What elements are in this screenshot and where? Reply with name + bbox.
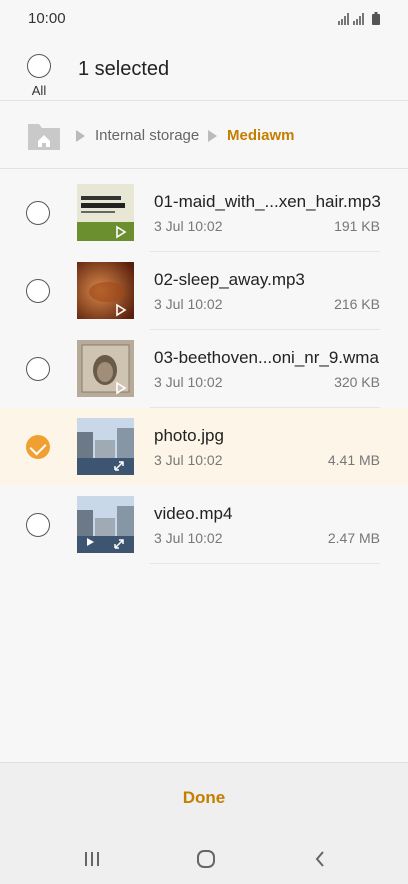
- select-all-circle[interactable]: [27, 54, 51, 78]
- file-row[interactable]: 02-sleep_away.mp3 3 Jul 10:02 216 KB: [0, 252, 408, 330]
- navigation-bar: [0, 834, 408, 884]
- breadcrumb-divider: [0, 168, 408, 169]
- back-icon: [315, 851, 324, 867]
- file-size: 2.47 MB: [327, 530, 380, 546]
- select-all-label: All: [31, 83, 47, 98]
- row-checkbox[interactable]: [26, 513, 50, 537]
- file-size: 191 KB: [334, 218, 380, 234]
- row-checkbox[interactable]: [26, 201, 50, 225]
- breadcrumb-arrow-icon: [208, 130, 217, 142]
- album-thumbnail: [77, 262, 134, 319]
- file-date: 3 Jul 10:02: [154, 296, 223, 312]
- file-size: 320 KB: [334, 374, 380, 390]
- file-row[interactable]: 03-beethoven...oni_nr_9.wma 3 Jul 10:02 …: [0, 330, 408, 408]
- status-bar: 10:00: [0, 0, 408, 38]
- file-name: 03-beethoven...oni_nr_9.wma: [154, 348, 379, 367]
- selected-count-title: 1 selected: [78, 58, 170, 80]
- breadcrumb-internal-storage[interactable]: Internal storage: [95, 127, 199, 144]
- select-all-checkbox[interactable]: All: [22, 54, 56, 98]
- file-row[interactable]: photo.jpg 3 Jul 10:02 4.41 MB: [0, 408, 408, 486]
- home-button[interactable]: [186, 844, 226, 874]
- file-row[interactable]: video.mp4 3 Jul 10:02 2.47 MB: [0, 486, 408, 564]
- file-row[interactable]: 01-maid_with_...xen_hair.mp3 3 Jul 10:02…: [0, 174, 408, 252]
- status-icons: [338, 12, 380, 25]
- recents-button[interactable]: [72, 844, 112, 874]
- row-checkbox[interactable]: [26, 279, 50, 303]
- done-button[interactable]: Done: [0, 763, 408, 833]
- back-button[interactable]: [300, 844, 340, 874]
- file-size: 216 KB: [334, 296, 380, 312]
- battery-icon: [372, 12, 380, 25]
- file-name: video.mp4: [154, 504, 233, 523]
- row-checkbox[interactable]: [26, 357, 50, 381]
- album-thumbnail: [77, 340, 134, 397]
- home-folder-icon[interactable]: [26, 120, 62, 152]
- breadcrumb-arrow-icon: [76, 130, 85, 142]
- file-date: 3 Jul 10:02: [154, 374, 223, 390]
- recents-icon: [85, 852, 99, 866]
- file-date: 3 Jul 10:02: [154, 452, 223, 468]
- breadcrumb-current-folder[interactable]: Mediawm: [227, 127, 295, 144]
- signal-icon: [338, 13, 364, 25]
- album-thumbnail: [77, 184, 134, 241]
- home-icon: [197, 850, 215, 868]
- file-name: 01-maid_with_...xen_hair.mp3: [154, 192, 381, 211]
- video-thumbnail: [77, 496, 134, 553]
- status-time: 10:00: [28, 10, 66, 27]
- file-list: 01-maid_with_...xen_hair.mp3 3 Jul 10:02…: [0, 174, 408, 564]
- file-size: 4.41 MB: [327, 452, 380, 468]
- breadcrumb: Internal storage Mediawm: [0, 118, 408, 158]
- file-name: photo.jpg: [154, 426, 224, 445]
- file-date: 3 Jul 10:02: [154, 218, 223, 234]
- selection-header: All 1 selected: [0, 38, 408, 100]
- bottom-action-bar: Done: [0, 762, 408, 834]
- image-thumbnail: [77, 418, 134, 475]
- file-date: 3 Jul 10:02: [154, 530, 223, 546]
- header-divider: [0, 100, 408, 101]
- file-name: 02-sleep_away.mp3: [154, 270, 305, 289]
- row-checkbox-checked[interactable]: [26, 435, 50, 459]
- row-divider: [150, 563, 380, 564]
